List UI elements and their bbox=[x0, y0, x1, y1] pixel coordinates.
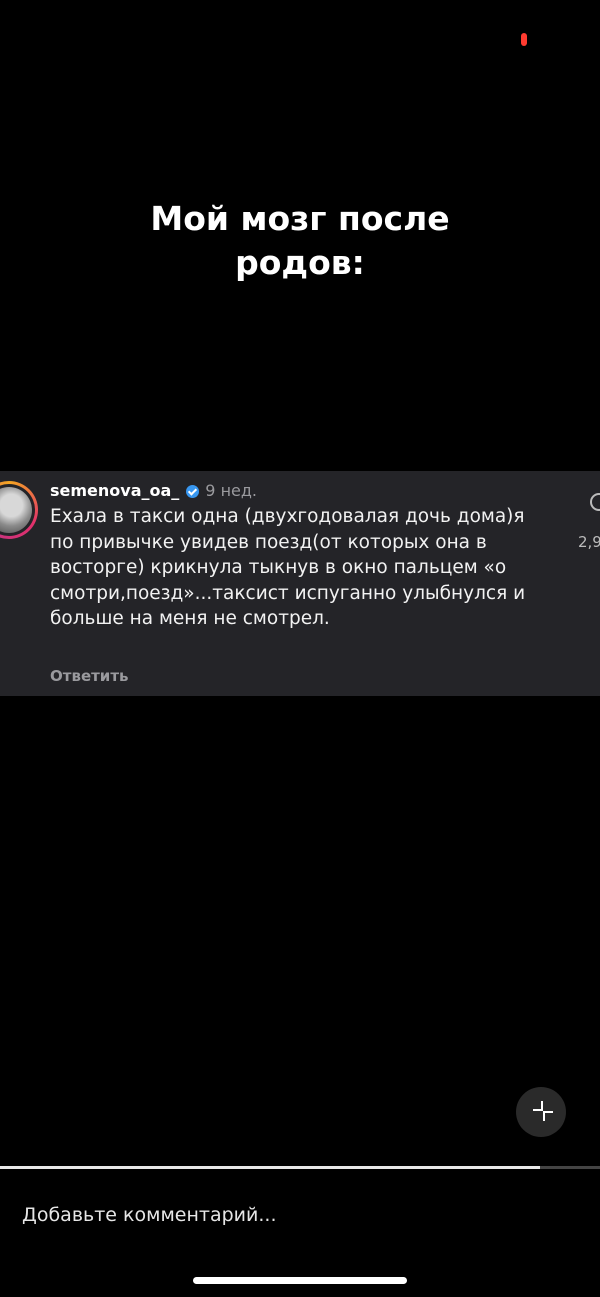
add-comment-input[interactable] bbox=[22, 1195, 562, 1235]
video-progress-fill bbox=[0, 1166, 540, 1169]
video-progress-bar[interactable] bbox=[0, 1166, 600, 1169]
comment-text: Ехала в такси одна (двухгодовалая дочь д… bbox=[50, 506, 526, 629]
reply-link: Ответить bbox=[50, 667, 129, 685]
comment-username: semenova_oa_ bbox=[50, 481, 180, 500]
avatar-photo bbox=[0, 487, 32, 533]
recording-indicator bbox=[521, 33, 527, 46]
avatar bbox=[0, 481, 38, 539]
exit-fullscreen-button[interactable] bbox=[516, 1087, 566, 1137]
overlay-title-line-2: родов: bbox=[235, 243, 365, 282]
video-overlay-title: Мой мозг после родов: bbox=[0, 197, 600, 285]
exit-fullscreen-icon-part bbox=[543, 1111, 553, 1121]
comment-screenshot-card: semenova_oa_ 9 нед. Ехала в такси одна (… bbox=[0, 471, 600, 696]
comment-timestamp: 9 нед. bbox=[205, 481, 258, 500]
comment-like-count: 2,9 bbox=[578, 533, 600, 551]
overlay-title-line-1: Мой мозг после bbox=[150, 199, 450, 238]
heart-icon bbox=[590, 493, 600, 511]
home-indicator[interactable] bbox=[193, 1277, 407, 1284]
comment-header: semenova_oa_ 9 нед. bbox=[50, 479, 257, 503]
exit-fullscreen-icon bbox=[533, 1101, 543, 1111]
verified-badge-icon bbox=[186, 484, 200, 498]
